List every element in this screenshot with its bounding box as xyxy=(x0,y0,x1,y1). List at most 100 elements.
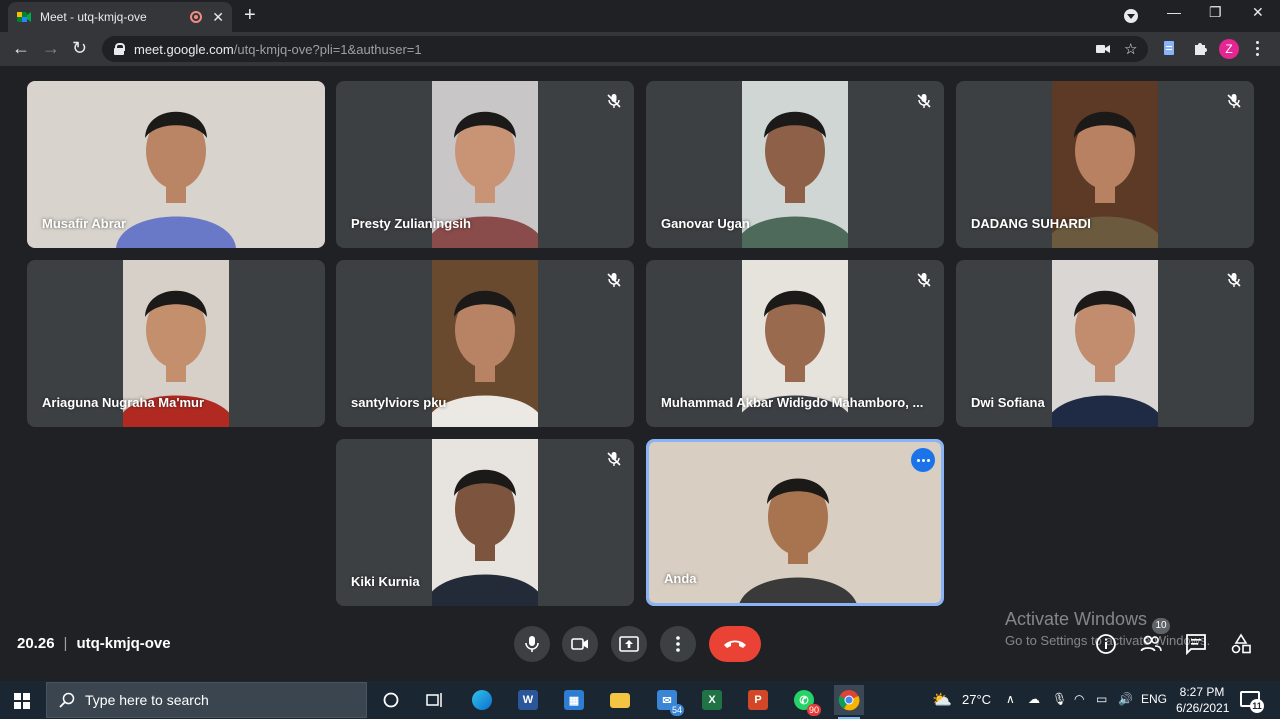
participant-tile[interactable]: Ganovar Ugan xyxy=(646,81,944,248)
cortana-icon[interactable] xyxy=(376,685,406,715)
word-icon[interactable]: W xyxy=(513,685,543,715)
participant-name: DADANG SUHARDI xyxy=(971,216,1091,231)
microphone-tray-icon[interactable]: 🎙 xyxy=(1052,692,1067,706)
taskbar-search-box[interactable]: Type here to search xyxy=(46,682,367,718)
chrome-icon[interactable] xyxy=(834,685,864,719)
onedrive-cloud-icon[interactable]: ☁ xyxy=(1028,692,1040,706)
search-icon xyxy=(59,692,75,708)
participant-video-feed xyxy=(432,260,538,427)
participant-name: Muhammad Akbar Widigdo Mahamboro, ... xyxy=(661,395,924,410)
browser-tab-bar: Meet - utq-kmjq-ove ✕ + — ❐ ✕ xyxy=(0,0,1280,32)
muted-microphone-icon xyxy=(1227,94,1241,108)
show-hidden-icons-chevron-icon[interactable]: ∧ xyxy=(1006,692,1015,706)
self-video-tile[interactable]: Anda xyxy=(646,439,944,606)
tab-title: Meet - utq-kmjq-ove xyxy=(40,10,147,24)
edge-icon[interactable] xyxy=(467,685,497,715)
windows-taskbar: Type here to search W ▦ ✉ 54 X P ✆ 90 ⛅ 27… xyxy=(0,681,1280,719)
meeting-code: utq-kmjq-ove xyxy=(76,635,171,652)
participant-tile[interactable]: Dwi Sofiana xyxy=(956,260,1254,427)
tile-more-options-icon[interactable] xyxy=(911,448,935,472)
wifi-icon[interactable]: ◠ xyxy=(1074,692,1084,706)
window-close-button[interactable]: ✕ xyxy=(1252,4,1264,21)
hang-up-phone-icon xyxy=(724,640,746,648)
activate-windows-title: Activate Windows xyxy=(1005,609,1148,629)
muted-microphone-icon xyxy=(1227,273,1241,287)
camera-button[interactable] xyxy=(562,626,598,662)
muted-microphone-icon xyxy=(607,452,621,466)
whatsapp-badge: 90 xyxy=(806,704,821,716)
participant-tile[interactable]: Kiki Kurnia xyxy=(336,439,634,606)
mail-badge: 54 xyxy=(669,704,684,716)
browser-menu-icon[interactable] xyxy=(1256,41,1260,57)
whatsapp-icon[interactable]: ✆ 90 xyxy=(789,685,821,716)
participant-name: Ariaguna Nugraha Ma'mur xyxy=(42,395,205,410)
weather-temperature[interactable]: 27°C xyxy=(962,692,991,707)
participant-name: santylviors pku xyxy=(351,395,447,410)
tab-search-icon[interactable] xyxy=(1124,9,1138,23)
extensions-puzzle-icon[interactable] xyxy=(1192,40,1208,56)
participant-name: Musafir Abrar xyxy=(42,216,127,231)
docs-extension-icon[interactable] xyxy=(1161,40,1177,56)
profile-avatar[interactable]: Z xyxy=(1219,39,1239,59)
more-vertical-icon xyxy=(676,636,680,652)
task-view-icon[interactable] xyxy=(420,685,450,715)
url-host: meet.google.com xyxy=(134,41,234,57)
participant-name: Kiki Kurnia xyxy=(351,574,420,589)
new-tab-button[interactable]: + xyxy=(244,4,256,27)
participant-name: Anda xyxy=(664,571,697,586)
windows-start-icon[interactable] xyxy=(14,693,30,709)
participant-tile[interactable]: santylviors pku xyxy=(336,260,634,427)
activities-icon[interactable] xyxy=(1230,633,1252,655)
video-camera-icon xyxy=(571,638,588,650)
participant-tile[interactable]: Ariaguna Nugraha Ma'mur xyxy=(27,260,325,427)
participant-tile[interactable]: Musafir Abrar xyxy=(27,81,325,248)
browser-toolbar: ← → ↻ meet.google.com /utq-kmjq-ove?pli=… xyxy=(0,32,1280,66)
reload-icon[interactable]: ↻ xyxy=(72,38,87,59)
participant-video-feed xyxy=(742,81,848,248)
clock-date: 6/26/2021 xyxy=(1176,701,1230,715)
forward-arrow-icon[interactable]: → xyxy=(42,38,60,59)
battery-icon[interactable]: ▭ xyxy=(1096,692,1107,706)
participant-name: Dwi Sofiana xyxy=(971,395,1045,410)
recording-indicator-icon xyxy=(190,11,203,23)
muted-microphone-icon xyxy=(607,273,621,287)
excel-icon[interactable]: X xyxy=(697,685,727,715)
present-screen-button[interactable] xyxy=(611,626,647,662)
clock-time: 8:27 PM xyxy=(1179,685,1225,699)
more-options-button[interactable] xyxy=(660,626,696,662)
mail-icon[interactable]: ✉ 54 xyxy=(652,685,684,716)
volume-icon[interactable]: 🔊 xyxy=(1118,692,1133,706)
weather-icon[interactable]: ⛅ xyxy=(932,690,952,710)
browser-tab-meet[interactable]: Meet - utq-kmjq-ove ✕ xyxy=(8,2,232,32)
muted-microphone-icon xyxy=(607,94,621,108)
participant-video-feed xyxy=(1052,260,1158,427)
url-path: /utq-kmjq-ove?pli=1&authuser=1 xyxy=(233,41,422,57)
input-language[interactable]: ENG xyxy=(1141,692,1167,706)
muted-microphone-icon xyxy=(917,273,931,287)
back-arrow-icon[interactable]: ← xyxy=(12,38,30,59)
minimize-button[interactable]: — xyxy=(1167,4,1181,20)
address-bar[interactable]: meet.google.com /utq-kmjq-ove?pli=1&auth… xyxy=(102,36,1148,62)
participant-name: Presty Zulianingsih xyxy=(351,216,471,231)
participant-tile[interactable]: DADANG SUHARDI xyxy=(956,81,1254,248)
lock-icon xyxy=(114,43,125,55)
participant-tile[interactable]: Muhammad Akbar Widigdo Mahamboro, ... xyxy=(646,260,944,427)
bookmark-star-icon[interactable]: ☆ xyxy=(1124,40,1137,58)
microphone-button[interactable] xyxy=(514,626,550,662)
powerpoint-icon[interactable]: P xyxy=(743,685,773,715)
participant-name: Ganovar Ugan xyxy=(661,216,750,231)
activate-windows-watermark: Activate Windows Go to Settings to activ… xyxy=(1005,609,1210,648)
restore-button[interactable]: ❐ xyxy=(1209,4,1222,21)
file-explorer-icon[interactable] xyxy=(605,685,635,715)
tab-close-icon[interactable]: ✕ xyxy=(212,9,224,26)
meeting-time: 20.26 xyxy=(17,635,55,652)
camera-in-use-icon[interactable] xyxy=(1096,44,1110,54)
calendar-icon[interactable]: ▦ xyxy=(559,685,589,715)
participant-video-feed xyxy=(432,439,538,606)
system-clock[interactable]: 8:27 PM 6/26/2021 xyxy=(1176,684,1230,716)
taskbar-search-placeholder: Type here to search xyxy=(85,692,209,708)
leave-call-button[interactable] xyxy=(709,626,761,662)
muted-microphone-icon xyxy=(917,94,931,108)
participant-tile[interactable]: Presty Zulianingsih xyxy=(336,81,634,248)
activate-windows-subtitle: Go to Settings to activate Windows. xyxy=(1005,633,1211,648)
